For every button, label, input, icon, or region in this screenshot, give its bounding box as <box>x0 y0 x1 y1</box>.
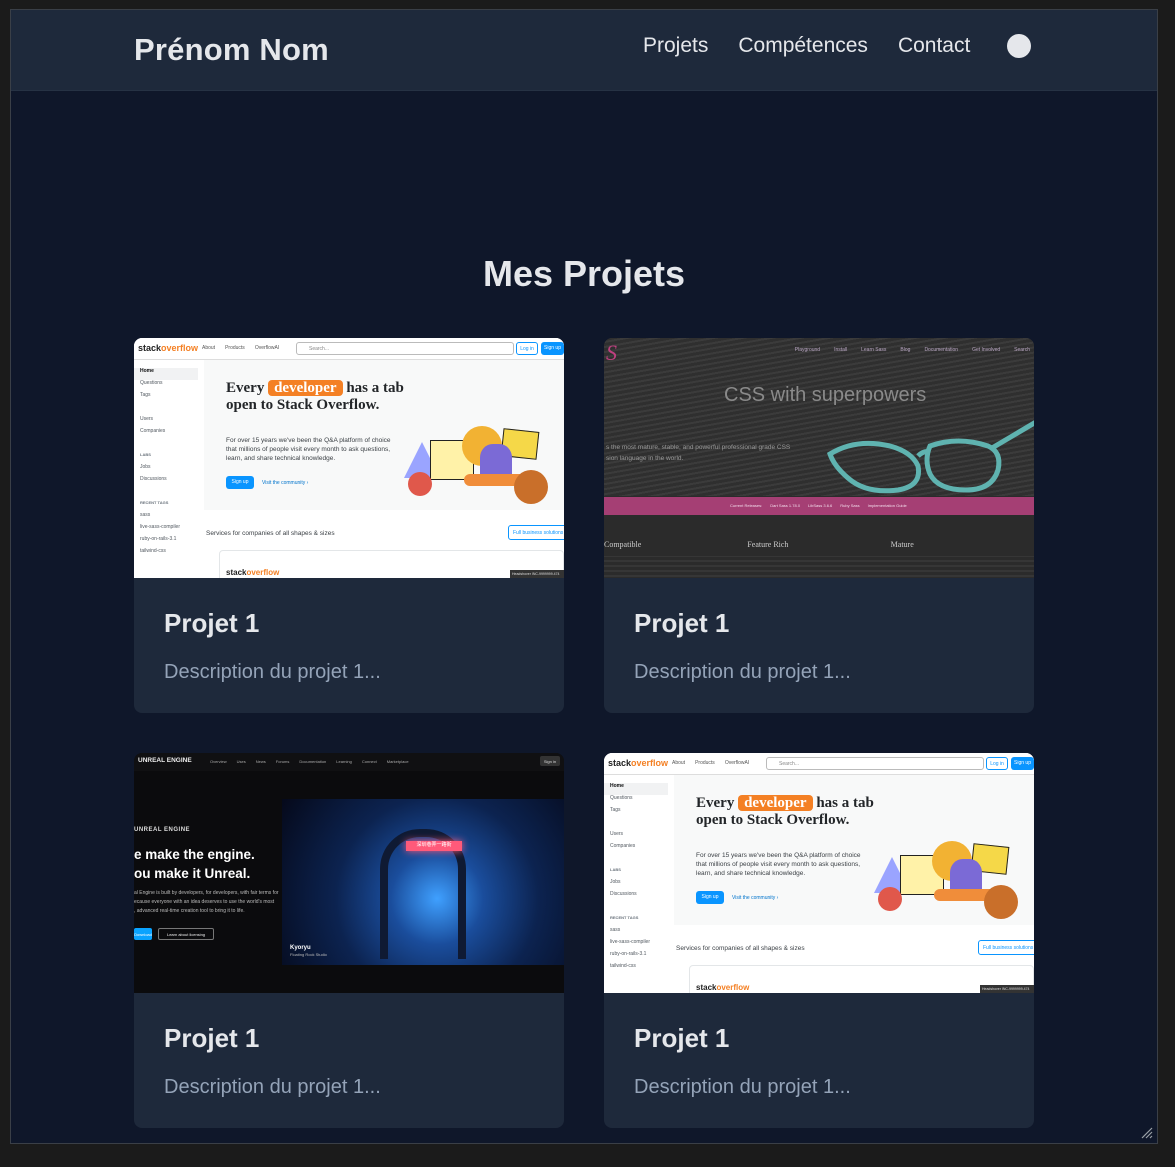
ue-top-links: Overview Uses News Forums Documentation Learn… <box>210 759 409 764</box>
sass-nav: Playground Install Learn Sass Blog Documenta… <box>794 347 1030 353</box>
section-title: Mes Projets <box>482 253 686 294</box>
developer-illustration <box>874 841 1024 927</box>
project-card[interactable]: stackoverflow About Products OverflowAI Se… <box>134 338 564 713</box>
so-cta-link: Visit the community › <box>732 895 779 901</box>
so-headline: Every developer has a tab open to Stack … <box>696 795 874 828</box>
so-logo: stackoverflow <box>138 343 199 353</box>
so-sidebar: Home Questions Tags Users Companies LABS… <box>134 368 198 560</box>
so-signup: Sign up <box>1011 757 1034 770</box>
card-body: Projet 1 Description du projet 1... <box>134 993 564 1123</box>
so-badge: Headshover INC-9999999.474 <box>980 985 1034 993</box>
so-signup: Sign up <box>541 342 564 355</box>
ue-eyebrow: UNREAL ENGINE <box>134 827 191 833</box>
nav-link-contact[interactable]: Contact <box>898 34 970 58</box>
ue-signin: Sign in <box>540 756 560 766</box>
browser-viewport: Prénom Nom Projets Compétences Contact M… <box>10 9 1158 1144</box>
project-description: Description du projet 1... <box>634 661 851 683</box>
sass-column-text <box>604 556 1034 578</box>
project-thumbnail: UNREAL ENGINE Overview Uses News Forums Docu… <box>134 753 564 993</box>
ue-caption-sub: Floating Rock Studio <box>290 952 327 957</box>
card-body: Projet 1 Description du projet 1... <box>604 993 1034 1123</box>
sass-columns: Compatible Feature Rich Mature <box>604 540 914 549</box>
card-body: Projet 1 Description du projet 1... <box>604 578 1034 708</box>
so-badge: Headshover INC-9999999.474 <box>510 570 564 578</box>
so-business: Full business solutions <box>978 940 1034 955</box>
resize-grip-icon[interactable] <box>1137 1123 1153 1139</box>
project-description: Description du projet 1... <box>634 1076 851 1098</box>
developer-illustration <box>404 426 554 512</box>
so-paragraph: For over 15 years we've been the Q&A pla… <box>226 437 391 462</box>
ue-logo: UNREAL ENGINE <box>138 757 192 764</box>
so-services: Services for companies of all shapes & s… <box>206 530 335 537</box>
project-description: Description du projet 1... <box>164 661 381 683</box>
so-services: Services for companies of all shapes & s… <box>676 945 805 952</box>
theme-toggle-icon[interactable] <box>1007 34 1031 58</box>
projects-grid: stackoverflow About Products OverflowAI Se… <box>134 338 1034 1128</box>
sass-tagline: CSS with superpowers <box>724 384 927 406</box>
so-headline: Every developer has a tab open to Stack … <box>226 380 404 413</box>
ue-body: al Engine is built by developers, for de… <box>134 890 279 914</box>
so-search: Search... <box>766 757 984 770</box>
so-cta: Sign up <box>696 891 724 904</box>
so-top-links: About Products OverflowAI <box>672 760 750 766</box>
project-card[interactable]: UNREAL ENGINE Overview Uses News Forums Docu… <box>134 753 564 1128</box>
so-login: Log in <box>986 757 1008 770</box>
project-thumbnail: S Playground Install Learn Sass Blog Documen… <box>604 338 1034 578</box>
ue-download: Download <box>134 928 152 940</box>
sass-logo-icon: S <box>606 340 617 365</box>
project-thumbnail: stackoverflow About Products OverflowAI Se… <box>604 753 1034 993</box>
glasses-illustration <box>827 420 1034 494</box>
so-bottom-logo: stackoverflow <box>226 568 280 577</box>
project-title: Projet 1 <box>634 1023 730 1053</box>
so-search: Search... <box>296 342 514 355</box>
so-logo: stackoverflow <box>608 758 669 768</box>
sass-release-text: Current Releases: Dart Sass 1.78.0 LibSass… <box>730 503 907 508</box>
so-paragraph: For over 15 years we've been the Q&A pla… <box>696 852 861 877</box>
project-card[interactable]: S Playground Install Learn Sass Blog Documen… <box>604 338 1034 713</box>
nav-link-projets[interactable]: Projets <box>643 34 708 58</box>
project-title: Projet 1 <box>164 608 260 638</box>
ue-neon-sign: 深圳巷弄一路街 <box>406 841 462 851</box>
project-title: Projet 1 <box>634 608 730 638</box>
so-login: Log in <box>516 342 538 355</box>
so-cta-link: Visit the community › <box>262 480 309 486</box>
so-top-links: About Products OverflowAI <box>202 345 280 351</box>
ue-caption-title: Kyoryu <box>290 945 311 951</box>
sass-subtitle: s the most mature, stable, and powerful … <box>606 444 791 462</box>
ue-licensing: Learn about licensing <box>158 928 214 940</box>
project-card[interactable]: stackoverflow About Products OverflowAI Se… <box>604 753 1034 1128</box>
card-body: Projet 1 Description du projet 1... <box>134 578 564 708</box>
main-nav: Projets Compétences Contact <box>643 34 970 58</box>
project-description: Description du projet 1... <box>164 1076 381 1098</box>
ue-headline: e make the engine. ou make it Unreal. <box>134 847 255 881</box>
site-brand[interactable]: Prénom Nom <box>134 32 329 68</box>
so-bottom-logo: stackoverflow <box>696 983 750 992</box>
so-cta: Sign up <box>226 476 254 489</box>
project-thumbnail: stackoverflow About Products OverflowAI Se… <box>134 338 564 578</box>
project-title: Projet 1 <box>164 1023 260 1053</box>
site-header: Prénom Nom Projets Compétences Contact <box>11 10 1157 91</box>
nav-link-competences[interactable]: Compétences <box>738 34 868 58</box>
so-sidebar: Home Questions Tags Users Companies LABS… <box>604 783 668 975</box>
so-business: Full business solutions <box>508 525 564 540</box>
